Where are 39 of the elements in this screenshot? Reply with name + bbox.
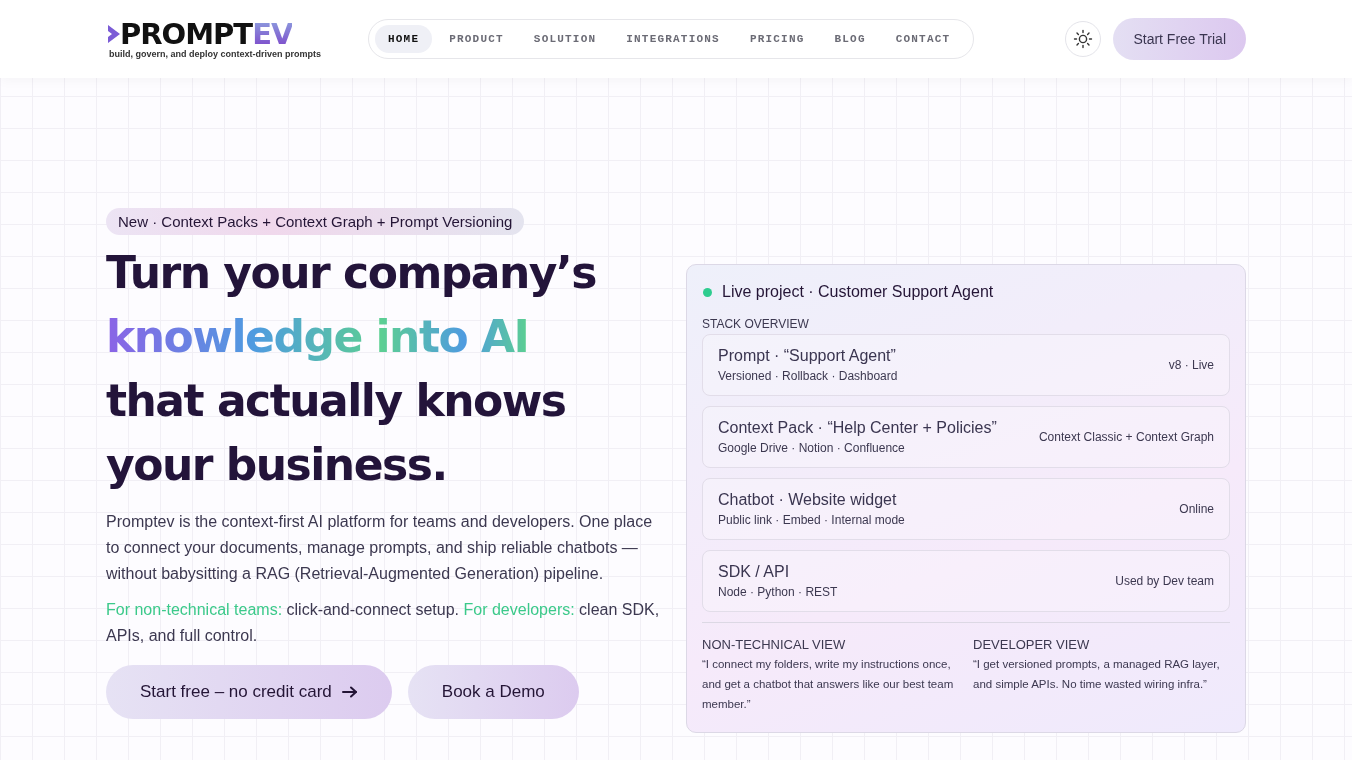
project-title: Live project · Customer Support Agent: [722, 283, 994, 301]
section-label: STACK OVERVIEW: [702, 317, 810, 331]
chevron-icon: [106, 23, 122, 45]
view-heading: DEVELOPER VIEW: [973, 637, 1091, 652]
item-meta: Versioned · Rollback · Dashboard: [718, 369, 898, 383]
status-dot: [703, 287, 712, 297]
announcement-badge: New · Context Packs + Context Graph + Prompt Versioning: [106, 208, 525, 235]
item-meta: Public link · Embed · Internal mode: [718, 513, 905, 527]
view-heading: NON-TECHNICAL VIEW: [702, 637, 847, 652]
nav-link[interactable]: PRODUCT: [436, 25, 517, 53]
theme-toggle-button[interactable]: [1065, 21, 1102, 57]
item-title: Chatbot · Website widget: [718, 491, 898, 509]
nav-link[interactable]: CONTACT: [882, 25, 964, 53]
start-trial-button[interactable]: Start Free Trial: [1113, 18, 1246, 60]
nav-link[interactable]: HOME: [375, 25, 433, 53]
view-quote: “I connect my folders, write my instructions once, and get a chatbot that answers like our best team member.”: [702, 657, 955, 712]
item-status: Used by Dev team: [1115, 574, 1214, 588]
nav-link[interactable]: INTEGRATIONS: [613, 25, 733, 53]
headline: Turn your company’s knowledge into AI that actually knows your business.: [106, 246, 596, 492]
book-demo-button[interactable]: Book a Demo: [407, 665, 579, 719]
item-title: Prompt · “Support Agent”: [718, 347, 897, 365]
view-quote: “I get versioned prompts, a managed RAG layer, and simple APIs. No time wasted wiring infra.”: [973, 657, 1221, 692]
logo-tagline: build, govern, and deploy context-driven prompts: [109, 49, 322, 59]
item-status: v8 · Live: [1168, 358, 1214, 372]
nav-link[interactable]: SOLUTION: [520, 25, 610, 53]
description-text: Promptev is the context-first AI platform for teams and developers. One place to connect your documents, manage prompts, and ship reliable chatbots — without babysitting a RAG (Retrieval-Augmented Generation) pipeline.: [106, 512, 654, 584]
item-status: Online: [1179, 502, 1214, 516]
nav-link[interactable]: BLOG: [821, 25, 879, 53]
item-status: Context Classic + Context Graph: [1038, 430, 1214, 444]
item-meta: Node · Python · REST: [718, 585, 838, 599]
item-title: Context Pack · “Help Center + Policies”: [718, 419, 997, 437]
item-meta: Google Drive · Notion · Confluence: [718, 441, 906, 455]
audience-text: For non-technical teams: click-and-connect setup. For developers: clean SDK, APIs, and full control.: [106, 600, 661, 646]
item-title: SDK / API: [718, 563, 791, 581]
start-free-button[interactable]: Start free – no credit card: [106, 665, 392, 719]
arrow-right-icon: [341, 686, 358, 698]
logo-wordmark[interactable]: PROMPTEV: [120, 19, 293, 49]
sun-icon: [1073, 29, 1094, 49]
nav-link[interactable]: PRICING: [736, 25, 818, 53]
